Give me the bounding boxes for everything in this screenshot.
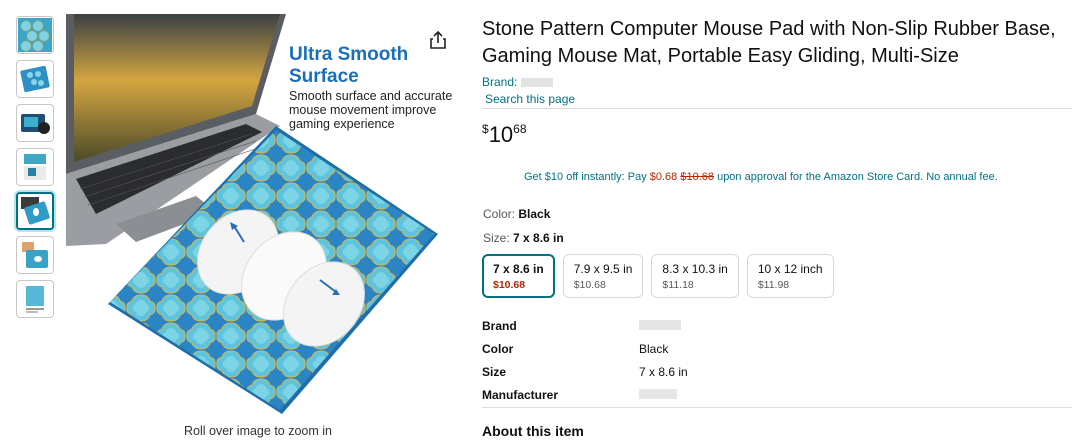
spec-value xyxy=(639,319,681,333)
search-this-page-link[interactable]: Search this page xyxy=(485,92,575,106)
spec-value xyxy=(639,388,677,402)
spec-row: Manufacturer xyxy=(482,383,982,406)
about-heading: About this item xyxy=(482,423,584,439)
spec-key: Color xyxy=(482,341,514,356)
size-label: Size: xyxy=(483,231,514,245)
thumbnail-2[interactable] xyxy=(16,60,54,98)
spec-key: Size xyxy=(482,364,507,379)
spec-value: Black xyxy=(639,341,669,356)
size-option-price: $10.68 xyxy=(573,279,606,291)
size-value: 7 x 8.6 in xyxy=(513,231,564,245)
spec-key: Brand xyxy=(482,318,517,333)
spec-row: Size 7 x 8.6 in xyxy=(482,360,982,383)
thumbnail-1[interactable] xyxy=(16,16,54,54)
divider xyxy=(482,108,1072,109)
color-selection: Color: Black xyxy=(483,207,550,221)
redacted-value xyxy=(639,388,677,399)
spec-value: 7 x 8.6 in xyxy=(639,364,688,379)
promo-new-price: $0.68 xyxy=(649,171,678,183)
thumbnail-3[interactable] xyxy=(16,104,54,142)
color-label: Color: xyxy=(483,207,519,221)
size-option-name: 7.9 x 9.5 in xyxy=(573,262,633,276)
size-options: 7 x 8.6 in $10.68 7.9 x 9.5 in $10.68 8.3 … xyxy=(482,254,834,298)
price-whole: 10 xyxy=(488,122,514,147)
brand-link[interactable]: Brand: xyxy=(482,75,554,89)
size-option-name: 10 x 12 inch xyxy=(757,262,823,276)
size-option-name: 8.3 x 10.3 in xyxy=(662,262,728,276)
share-icon[interactable] xyxy=(428,30,448,50)
price: $1068 xyxy=(482,122,527,148)
spec-key: Manufacturer xyxy=(482,387,559,402)
price-symbol: $ xyxy=(482,122,489,136)
product-title: Stone Pattern Computer Mouse Pad with No… xyxy=(482,18,1056,67)
promo-text-2: upon approval for the Amazon Store Card.… xyxy=(714,171,998,183)
thumbnail-5-selected[interactable] xyxy=(16,192,54,230)
size-option-7x8.6[interactable]: 7 x 8.6 in $10.68 xyxy=(482,254,555,298)
price-fraction: 68 xyxy=(513,122,527,136)
size-option-price: $10.68 xyxy=(493,279,526,291)
spec-row: Color Black xyxy=(482,337,982,360)
spec-row: Brand xyxy=(482,314,982,337)
size-option-8.3x10.3[interactable]: 8.3 x 10.3 in $11.18 xyxy=(651,254,739,298)
store-card-promo[interactable]: Get $10 off instantly: Pay $0.68 $10.68 … xyxy=(524,171,998,183)
size-selection: Size: 7 x 8.6 in xyxy=(483,231,564,245)
size-option-price: $11.98 xyxy=(757,279,790,291)
thumbnail-6[interactable] xyxy=(16,236,54,274)
color-value: Black xyxy=(518,207,551,221)
promo-old-price: $10.68 xyxy=(680,171,715,183)
redacted-value xyxy=(639,319,681,330)
size-option-price: $11.18 xyxy=(662,279,694,291)
brand-redacted xyxy=(521,78,554,88)
image-headline: Ultra Smooth Surface xyxy=(289,44,409,87)
brand-label: Brand: xyxy=(482,75,518,89)
thumbnail-strip xyxy=(16,16,56,324)
thumbnail-7[interactable] xyxy=(16,280,54,318)
zoom-hint: Roll over image to zoom in xyxy=(184,424,332,438)
size-option-7.9x9.5[interactable]: 7.9 x 9.5 in $10.68 xyxy=(562,254,644,298)
promo-text-1: Get $10 off instantly: Pay xyxy=(524,171,650,183)
product-specs-table: Brand Color Black Size 7 x 8.6 in Manufact… xyxy=(482,314,982,406)
image-description: Smooth surface and accurate mouse moveme… xyxy=(289,89,453,131)
size-option-10x12[interactable]: 10 x 12 inch $11.98 xyxy=(746,254,834,298)
thumbnail-4[interactable] xyxy=(16,148,54,186)
divider xyxy=(482,407,1072,408)
size-option-name: 7 x 8.6 in xyxy=(493,262,544,276)
